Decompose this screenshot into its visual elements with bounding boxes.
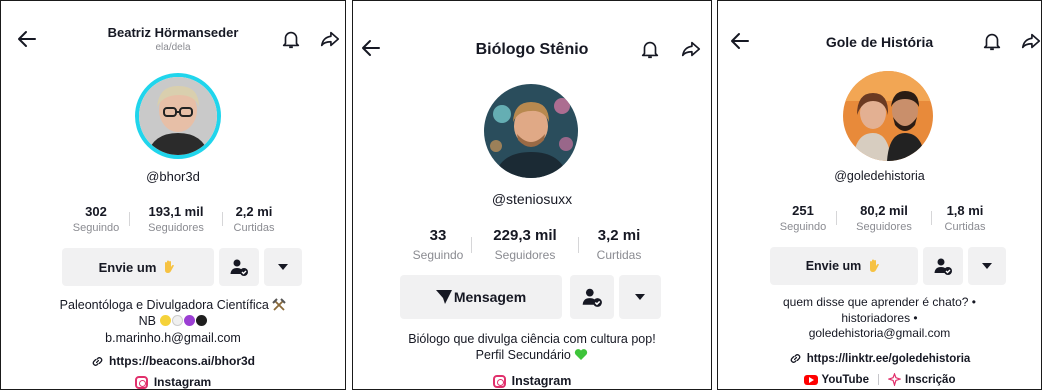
profile-panel-3: Gole de História @goledehistoria 251 Segu… — [717, 0, 1042, 390]
link-icon — [92, 356, 103, 366]
subscribe-link[interactable]: Inscrição — [905, 374, 956, 386]
avatar[interactable] — [484, 84, 578, 178]
bio-line: Perfil Secundário — [475, 348, 571, 363]
friends-button[interactable] — [923, 247, 963, 285]
black-circle-icon — [195, 315, 207, 327]
avatar[interactable] — [843, 71, 933, 161]
bio-line: NB — [138, 314, 156, 329]
instagram-link[interactable]: Instagram — [1, 375, 345, 389]
caret-down-icon — [982, 262, 992, 269]
profile-link[interactable]: https://beacons.ai/bhor3d — [1, 354, 345, 368]
avatar[interactable] — [135, 73, 221, 159]
bio-email: b.marinho.h@gmail.com — [105, 330, 241, 345]
link-text[interactable]: https://beacons.ai/bhor3d — [109, 354, 255, 368]
green-heart-icon — [575, 349, 588, 361]
stat-likes[interactable]: 3,2 mi Curtidas — [579, 227, 659, 262]
more-options-button[interactable] — [619, 275, 661, 319]
link-text[interactable]: https://linktr.ee/goledehistoria — [807, 353, 971, 365]
instagram-icon — [492, 374, 506, 388]
profile-handle: @goledehistoria — [834, 169, 925, 183]
instagram-link[interactable]: Instagram — [353, 374, 711, 388]
bio: Biólogo que divulga ciência com cultura … — [353, 331, 711, 364]
stat-followers[interactable]: 193,1 mil Seguidores — [130, 204, 222, 234]
user-check-icon — [582, 288, 602, 307]
hammer-pick-icon — [272, 298, 287, 311]
waving-hand-icon — [165, 260, 175, 273]
bio: quem disse que aprender é chato? • histo… — [718, 295, 1041, 342]
bell-icon[interactable] — [639, 37, 661, 61]
bell-icon[interactable] — [280, 27, 302, 51]
share-arrow-icon[interactable] — [1020, 30, 1042, 52]
caret-down-icon — [278, 263, 288, 270]
profile-handle: @bhor3d — [146, 169, 200, 184]
message-button[interactable]: Envie um — [62, 248, 214, 286]
stat-followers[interactable]: 80,2 mil Seguidores — [837, 203, 931, 233]
bio-line: Paleontóloga e Divulgadora Científica — [59, 298, 269, 312]
stat-following[interactable]: 251 Seguindo — [770, 203, 836, 233]
friends-button[interactable] — [570, 275, 614, 319]
profile-panel-2: Biólogo Stênio @steniosuxx 33 Seguindo 22… — [352, 0, 712, 390]
purple-circle-icon — [183, 315, 195, 327]
waving-hand-icon — [870, 259, 880, 272]
profile-panel-1: Beatriz Hörmanseder ela/dela @bhor3d 302… — [0, 0, 346, 390]
stat-following[interactable]: 33 Seguindo — [405, 227, 471, 262]
caret-down-icon — [635, 293, 645, 300]
share-arrow-icon[interactable] — [680, 38, 702, 60]
social-links: YouTube Inscrição — [718, 373, 1041, 386]
instagram-label: Instagram — [153, 375, 212, 389]
bell-icon[interactable] — [981, 29, 1003, 53]
message-button-label: Mensagem — [453, 289, 527, 305]
yellow-circle-icon — [159, 315, 171, 327]
message-button-label: Envie um — [98, 259, 157, 275]
sparkle-icon — [887, 373, 901, 386]
white-circle-icon — [171, 315, 183, 327]
bio: Paleontóloga e Divulgadora Científica NB… — [1, 297, 345, 346]
bio-line: historiadores • — [841, 310, 918, 325]
bio-line: quem disse que aprender é chato? • — [783, 295, 976, 309]
stat-likes[interactable]: 2,2 mi Curtidas — [223, 204, 285, 234]
stats-row: 302 Seguindo 193,1 mil Seguidores 2,2 mi Cu… — [63, 204, 285, 234]
profile-handle: @steniosuxx — [491, 191, 573, 207]
instagram-icon — [134, 375, 148, 389]
message-button[interactable]: Mensagem — [400, 275, 562, 319]
more-options-button[interactable] — [264, 248, 302, 286]
stats-row: 33 Seguindo 229,3 mil Seguidores 3,2 mi Cur… — [405, 227, 659, 262]
bio-email: goledehistoria@gmail.com — [808, 326, 951, 341]
profile-link[interactable]: https://linktr.ee/goledehistoria — [718, 352, 1041, 365]
divider — [877, 374, 879, 385]
user-check-icon — [230, 259, 248, 276]
bio-line: Biólogo que divulga ciência com cultura … — [408, 332, 656, 346]
link-icon — [790, 354, 800, 363]
share-arrow-icon[interactable] — [319, 28, 341, 50]
stat-followers[interactable]: 229,3 mil Seguidores — [472, 227, 578, 262]
instagram-label: Instagram — [511, 374, 572, 388]
stat-likes[interactable]: 1,8 mi Curtidas — [932, 203, 998, 233]
youtube-link[interactable]: YouTube — [822, 374, 869, 386]
message-button-label: Envie um — [805, 259, 862, 273]
stats-row: 251 Seguindo 80,2 mil Seguidores 1,8 mi Cur… — [770, 203, 998, 233]
more-options-button[interactable] — [968, 247, 1006, 285]
friends-button[interactable] — [219, 248, 259, 286]
message-button[interactable]: Envie um — [770, 247, 918, 285]
youtube-icon — [803, 374, 818, 385]
user-check-icon — [934, 258, 952, 275]
stat-following[interactable]: 302 Seguindo — [63, 204, 129, 234]
send-icon — [435, 290, 452, 304]
